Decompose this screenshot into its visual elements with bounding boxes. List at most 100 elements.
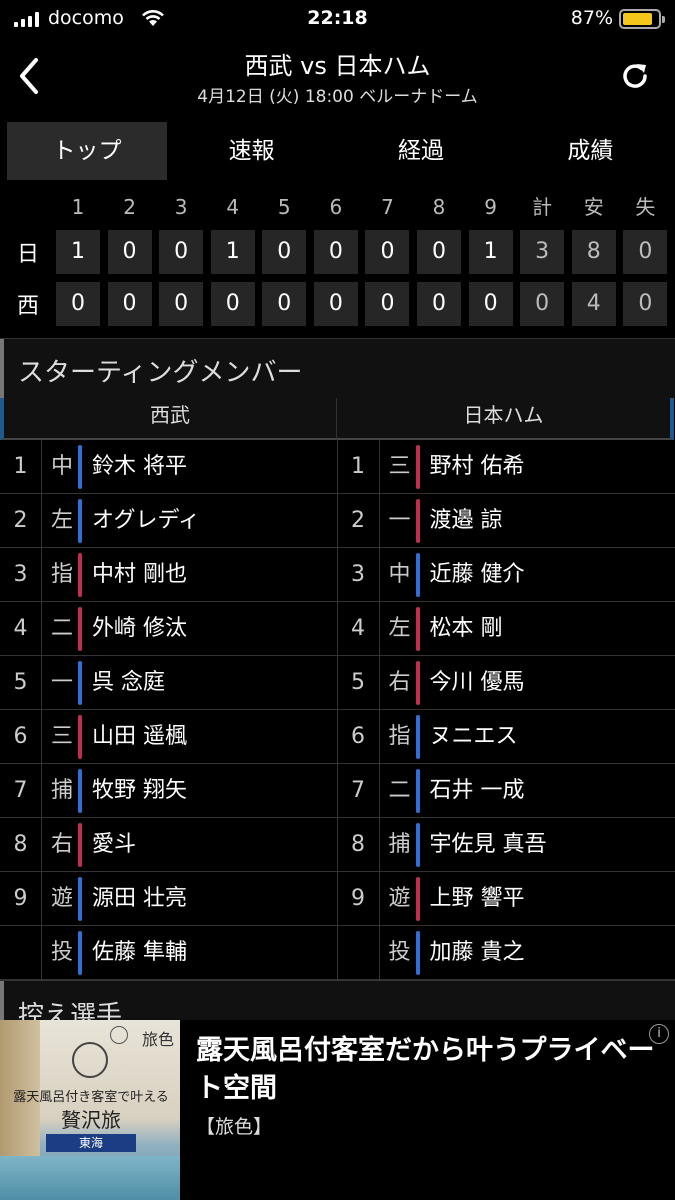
- position: 左: [42, 494, 82, 548]
- position: 一: [42, 656, 82, 710]
- position: 二: [380, 764, 420, 818]
- inning-header: 8: [432, 195, 446, 219]
- tab-bar: トップ 速報 経過 成績: [0, 122, 675, 180]
- tab-progress[interactable]: 経過: [336, 122, 505, 180]
- hand-indicator: [415, 661, 420, 705]
- hand-indicator: [415, 823, 420, 867]
- home-player[interactable]: 8 右愛斗: [0, 818, 338, 872]
- position: 右: [42, 818, 82, 872]
- inning-header: 6: [329, 195, 343, 219]
- player-name[interactable]: 渡邉 諒: [420, 494, 675, 548]
- status-bar: docomo 22:18 87%: [0, 0, 675, 38]
- home-player[interactable]: 6 三山田 遥楓: [0, 710, 338, 764]
- game-header: 西武 vs 日本ハム 4月12日 (火) 18:00 ベルーナドーム: [0, 40, 675, 120]
- runs-header: 計: [532, 195, 553, 219]
- batting-order: [0, 926, 42, 980]
- section-title: スターティングメンバー: [18, 358, 303, 388]
- home-player[interactable]: 5一呉 念庭: [0, 656, 338, 710]
- player-name[interactable]: 近藤 健介: [420, 548, 675, 602]
- away-player[interactable]: 5 右今川 優馬: [338, 656, 675, 710]
- player-name[interactable]: 鈴木 将平: [82, 440, 337, 494]
- player-name[interactable]: オグレディ: [82, 494, 337, 548]
- home-player[interactable]: 4 二外崎 修汰: [0, 602, 338, 656]
- player-name[interactable]: 愛斗: [82, 818, 337, 872]
- player-name[interactable]: 源田 壮亮: [82, 872, 337, 926]
- score-cell: 1: [468, 230, 513, 274]
- batting-order: 2: [0, 494, 42, 548]
- ad-image[interactable]: 旅色 露天風呂付き客室で叶える 贅沢旅 東海: [0, 1020, 180, 1200]
- player-name[interactable]: 佐藤 隼輔: [82, 926, 337, 980]
- score-cell: 0: [159, 282, 204, 326]
- home-player[interactable]: 投佐藤 隼輔: [0, 926, 338, 980]
- away-player[interactable]: 3 中近藤 健介: [338, 548, 675, 602]
- reserve-players-header[interactable]: 控え選手: [0, 980, 675, 1020]
- ad-title[interactable]: 露天風呂付客室だから叶うプライベート空間: [196, 1032, 656, 1108]
- ad-image-headline: 贅沢旅: [61, 1108, 121, 1132]
- away-player[interactable]: 投加藤 貴之: [338, 926, 675, 980]
- tab-top[interactable]: トップ: [7, 122, 167, 180]
- errors-total: 0: [623, 230, 668, 274]
- away-player[interactable]: 9 遊上野 響平: [338, 872, 675, 926]
- player-name[interactable]: 宇佐見 真吾: [420, 818, 675, 872]
- runs-total: 3: [520, 230, 565, 274]
- score-cell: 0: [365, 230, 410, 274]
- home-player[interactable]: 2 左オグレディ: [0, 494, 338, 548]
- player-name[interactable]: 上野 響平: [420, 872, 675, 926]
- player-name[interactable]: 外崎 修汰: [82, 602, 337, 656]
- starting-members-header: スターティングメンバー: [0, 338, 675, 399]
- lineup-team-header: 西武 日本ハム: [0, 398, 675, 440]
- player-name[interactable]: 牧野 翔矢: [82, 764, 337, 818]
- ad-source: 【旅色】: [196, 1116, 273, 1138]
- hand-indicator: [78, 445, 82, 489]
- score-cell: 0: [107, 230, 152, 274]
- position: 中: [380, 548, 420, 602]
- away-player[interactable]: 1 三野村 佑希: [338, 440, 675, 494]
- scoreboard-header: 1 2 3 4 5 6 7 8 9 計 安 失: [0, 188, 675, 226]
- batting-order: 4: [0, 602, 42, 656]
- hand-indicator: [78, 877, 82, 921]
- score-cell: 0: [55, 282, 100, 326]
- lineup-row: 5一呉 念庭 5 右今川 優馬: [0, 656, 675, 710]
- tab-live[interactable]: 速報: [167, 122, 336, 180]
- position: 二: [42, 602, 82, 656]
- hand-indicator: [415, 607, 420, 651]
- home-player[interactable]: 9 遊源田 壮亮: [0, 872, 338, 926]
- away-player[interactable]: 7 二石井 一成: [338, 764, 675, 818]
- errors-header: 失: [635, 195, 656, 219]
- refresh-icon[interactable]: [617, 58, 653, 94]
- position: 捕: [42, 764, 82, 818]
- player-name[interactable]: 呉 念庭: [82, 656, 337, 710]
- player-name[interactable]: 加藤 貴之: [420, 926, 675, 980]
- home-player[interactable]: 7 捕牧野 翔矢: [0, 764, 338, 818]
- hand-indicator: [78, 769, 82, 813]
- player-name[interactable]: 野村 佑希: [420, 440, 675, 494]
- hand-indicator: [415, 553, 420, 597]
- player-name[interactable]: 今川 優馬: [420, 656, 675, 710]
- hand-indicator: [78, 553, 82, 597]
- away-player[interactable]: 2 一渡邉 諒: [338, 494, 675, 548]
- score-cell: 1: [55, 230, 100, 274]
- position: 三: [380, 440, 420, 494]
- away-player[interactable]: 8 捕宇佐見 真吾: [338, 818, 675, 872]
- batting-order: 1: [338, 440, 380, 494]
- battery-percent: 87%: [570, 7, 613, 29]
- score-cell: 0: [365, 282, 410, 326]
- home-player[interactable]: 1 中鈴木 将平: [0, 440, 338, 494]
- lineup-row: 8 右愛斗 8 捕宇佐見 真吾: [0, 818, 675, 872]
- lineup-row: 2 左オグレディ 2 一渡邉 諒: [0, 494, 675, 548]
- lineup-row: 4 二外崎 修汰 4 左松本 剛: [0, 602, 675, 656]
- tab-stats[interactable]: 成績: [506, 122, 675, 180]
- player-name[interactable]: 山田 遥楓: [82, 710, 337, 764]
- batting-order: 3: [0, 548, 42, 602]
- score-cell: 0: [468, 282, 513, 326]
- player-name[interactable]: 松本 剛: [420, 602, 675, 656]
- away-player[interactable]: 6 指ヌニエス: [338, 710, 675, 764]
- player-name[interactable]: 石井 一成: [420, 764, 675, 818]
- away-player[interactable]: 4 左松本 剛: [338, 602, 675, 656]
- player-name[interactable]: 中村 剛也: [82, 548, 337, 602]
- score-cell: 0: [262, 282, 307, 326]
- player-name[interactable]: ヌニエス: [420, 710, 675, 764]
- home-player[interactable]: 3 指中村 剛也: [0, 548, 338, 602]
- ad-region-tag: 東海: [46, 1134, 136, 1152]
- ad-banner[interactable]: 旅色 露天風呂付き客室で叶える 贅沢旅 東海 i 露天風呂付客室だから叶うプライ…: [0, 1020, 675, 1200]
